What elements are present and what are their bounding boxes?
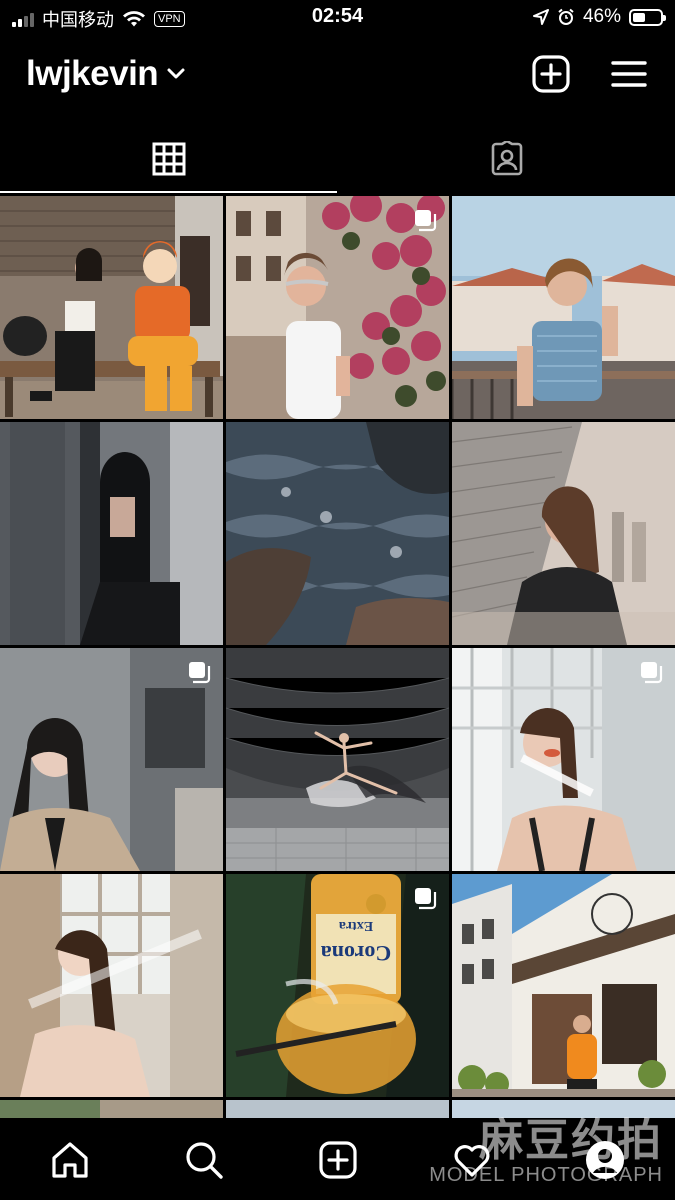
tagged-icon <box>491 141 522 176</box>
post-tile[interactable] <box>452 648 675 871</box>
post-image <box>0 422 223 645</box>
multiple-photos-icon <box>189 662 211 684</box>
multiple-photos-icon <box>641 662 663 684</box>
battery-percent: 46% <box>582 6 621 27</box>
post-tile[interactable]: Corona Extra <box>226 874 449 1097</box>
grid-icon <box>152 142 185 176</box>
post-tile[interactable] <box>452 874 675 1097</box>
add-post-icon <box>532 55 570 93</box>
nav-home[interactable] <box>48 1138 92 1182</box>
status-bar: 中国移动 VPN 02:54 46% <box>0 0 675 34</box>
profile-tabs <box>0 126 675 194</box>
status-right: 46% <box>532 6 666 28</box>
account-switcher[interactable]: lwjkevin <box>26 54 186 94</box>
post-tile[interactable] <box>226 196 449 419</box>
post-image <box>226 1100 449 1118</box>
menu-button[interactable] <box>610 56 648 92</box>
active-tab-indicator <box>0 191 337 193</box>
post-image <box>0 196 223 419</box>
battery-icon <box>629 8 666 26</box>
watermark: 麻豆约拍 MODEL PHOTOGRAPH <box>429 1104 663 1187</box>
battery-fill <box>633 12 645 22</box>
post-image <box>0 874 223 1097</box>
post-image <box>452 196 675 419</box>
alarm-icon <box>558 8 574 25</box>
nav-search[interactable] <box>182 1138 226 1182</box>
post-image <box>226 422 449 645</box>
post-tile[interactable] <box>0 648 223 871</box>
post-tile[interactable] <box>226 648 449 871</box>
watermark-title: 麻豆约拍 <box>479 1116 663 1165</box>
post-tile[interactable] <box>226 422 449 645</box>
home-icon <box>52 1142 88 1178</box>
post-tile[interactable] <box>0 874 223 1097</box>
add-post-button[interactable] <box>531 54 571 94</box>
svg-text:Corona: Corona <box>321 941 392 966</box>
multiple-photos-icon <box>415 888 437 910</box>
post-tile[interactable] <box>0 1100 223 1118</box>
post-tile[interactable] <box>452 422 675 645</box>
new-post-icon <box>319 1141 357 1179</box>
post-tile[interactable] <box>0 422 223 645</box>
menu-icon <box>611 61 647 87</box>
multiple-photos-icon <box>415 210 437 232</box>
post-image <box>452 422 675 645</box>
post-image <box>0 1100 223 1118</box>
chevron-down-icon <box>167 68 185 79</box>
tab-tagged[interactable] <box>338 126 675 192</box>
post-image <box>226 648 449 871</box>
post-image <box>452 874 675 1097</box>
post-tile[interactable] <box>0 196 223 419</box>
post-tile[interactable] <box>452 196 675 419</box>
profile-header: lwjkevin <box>0 40 675 110</box>
post-tile[interactable] <box>226 1100 449 1118</box>
location-arrow-icon <box>532 9 549 25</box>
nav-new-post[interactable] <box>316 1138 360 1182</box>
tab-posts-grid[interactable] <box>0 126 337 192</box>
watermark-subtitle: MODEL PHOTOGRAPH <box>429 1164 663 1186</box>
search-icon <box>186 1142 223 1179</box>
username-label: lwjkevin <box>26 54 159 93</box>
svg-text:Extra: Extra <box>339 918 373 933</box>
